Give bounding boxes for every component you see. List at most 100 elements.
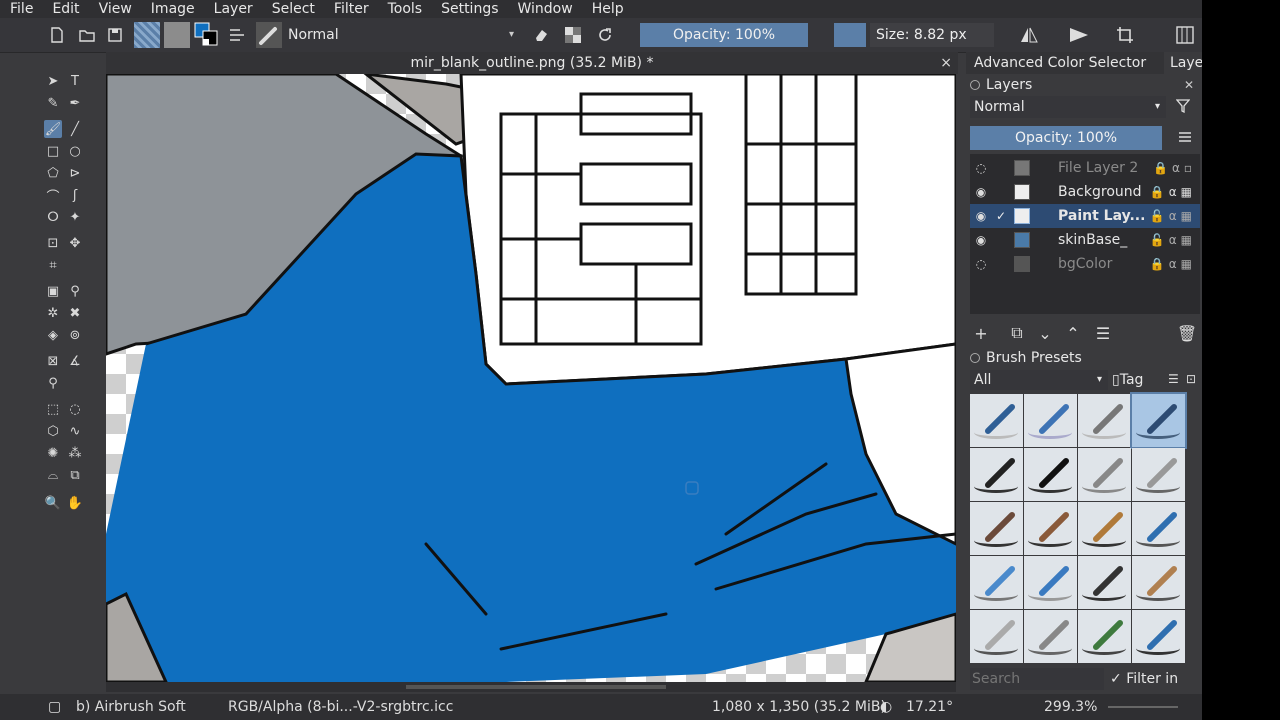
lock-icon[interactable]: 🔒α▫ — [1153, 156, 1196, 180]
ellipse-tool-icon[interactable]: ○ — [66, 142, 84, 160]
hamburger-menu-icon[interactable] — [1178, 130, 1192, 148]
freehand-path-tool-icon[interactable]: ʃ — [66, 186, 84, 204]
checkmark-icon[interactable]: ✓ — [994, 204, 1008, 228]
layer-opacity-slider[interactable]: Opacity: 100% — [970, 126, 1162, 150]
layer-row[interactable]: ◌ bgColor 🔒α▦ — [970, 252, 1200, 276]
eraser-icon[interactable] — [530, 24, 552, 46]
brush-preset-item[interactable] — [1132, 502, 1185, 555]
tag-button[interactable]: ▯Tag — [1112, 370, 1143, 390]
smart-patch-tool-icon[interactable]: ✖ — [66, 304, 84, 322]
close-icon[interactable]: ✕ — [1184, 75, 1194, 95]
brush-preset-item[interactable] — [970, 394, 1023, 447]
rectangular-selection-tool-icon[interactable]: ⬚ — [44, 400, 62, 418]
brush-preset-item[interactable] — [1024, 610, 1077, 663]
measure-tool-icon[interactable]: ∡ — [66, 352, 84, 370]
pan-tool-icon[interactable]: ✋ — [66, 494, 84, 512]
polygonal-selection-tool-icon[interactable]: ⬡ — [44, 422, 62, 440]
menu-tools[interactable]: Tools — [378, 0, 432, 18]
opacity-slider[interactable]: Opacity: 100% — [640, 23, 808, 47]
brush-preset-thumbnail[interactable] — [256, 22, 282, 48]
rectangle-tool-icon[interactable]: □ — [44, 142, 62, 160]
enclose-fill-tool-icon[interactable]: ⊚ — [66, 326, 84, 344]
wrap-around-icon[interactable] — [1114, 24, 1136, 46]
eye-closed-icon[interactable]: ◌ — [974, 156, 988, 180]
brush-preset-item[interactable] — [1078, 610, 1131, 663]
layer-row[interactable]: ◉ skinBase_ 🔓α▦ — [970, 228, 1200, 252]
edit-shapes-tool-icon[interactable]: ✎ — [44, 94, 62, 112]
canvas-horizontal-scrollbar[interactable] — [106, 682, 956, 692]
select-shapes-tool-icon[interactable]: ➤ — [44, 72, 62, 90]
menu-settings[interactable]: Settings — [431, 0, 507, 18]
brush-preset-item[interactable] — [1132, 448, 1185, 501]
expand-icon[interactable]: ⊡ — [1186, 372, 1196, 386]
calligraphy-tool-icon[interactable]: ✒ — [66, 94, 84, 112]
bezier-tool-icon[interactable]: ⌒ — [44, 186, 62, 205]
current-brush-label[interactable]: b) Airbrush Soft — [76, 694, 186, 720]
size-slider[interactable]: Size: 8.82 px — [870, 23, 994, 47]
lock-icon[interactable]: 🔓α▦ — [1150, 204, 1196, 228]
close-icon[interactable]: × — [940, 52, 952, 74]
eye-icon[interactable]: ◉ — [974, 204, 988, 228]
layer-properties-icon[interactable]: ☰ — [1092, 322, 1114, 344]
contiguous-selection-tool-icon[interactable]: ✺ — [44, 444, 62, 462]
menu-filter[interactable]: Filter — [324, 0, 378, 18]
brush-preset-item[interactable] — [1024, 502, 1077, 555]
brush-settings-icon[interactable] — [226, 24, 248, 46]
lock-icon[interactable]: 🔒α▦ — [1150, 180, 1196, 204]
delete-layer-icon[interactable]: 🗑 — [1176, 322, 1198, 344]
zoom-tool-icon[interactable]: 🔍 — [44, 494, 62, 512]
save-icon[interactable] — [104, 24, 126, 46]
reload-preset-icon[interactable] — [594, 24, 616, 46]
gradient-tool-icon[interactable]: ▣ — [44, 282, 62, 300]
brush-tag-filter-select[interactable]: All ▾ — [970, 370, 1108, 390]
brush-search-input[interactable] — [970, 668, 1104, 690]
brush-preset-item[interactable] — [1078, 556, 1131, 609]
tab-advanced-color-selector[interactable]: Advanced Color Selector — [974, 52, 1146, 74]
menu-help[interactable]: Help — [582, 0, 633, 18]
magnetic-selection-tool-icon[interactable]: ⧉ — [66, 466, 84, 484]
mirror-vertical-icon[interactable] — [1068, 24, 1090, 46]
bezier-selection-tool-icon[interactable]: ⌓ — [44, 466, 62, 484]
brush-preset-item[interactable] — [970, 610, 1023, 663]
brush-preset-item[interactable] — [970, 502, 1023, 555]
menu-view[interactable]: View — [89, 0, 141, 18]
dock-float-icon[interactable] — [970, 353, 980, 363]
dock-float-icon[interactable] — [970, 80, 980, 90]
menu-select[interactable]: Select — [262, 0, 324, 18]
layer-row[interactable]: ◉ ✓ Paint Lay... 🔓α▦ — [970, 204, 1200, 228]
layer-row[interactable]: ◉ Background 🔒α▦ — [970, 180, 1200, 204]
polyline-tool-icon[interactable]: ⊳ — [66, 164, 84, 182]
freehand-selection-tool-icon[interactable]: ∿ — [66, 422, 84, 440]
eye-closed-icon[interactable]: ◌ — [974, 252, 988, 276]
blend-mode-select[interactable]: Normal ▾ — [284, 24, 520, 46]
lock-icon[interactable]: 🔓α▦ — [1150, 228, 1196, 252]
freehand-brush-tool-icon[interactable]: 🖌 — [44, 120, 62, 138]
move-layer-up-icon[interactable]: ⌃ — [1062, 322, 1084, 344]
eye-icon[interactable]: ◉ — [974, 180, 988, 204]
brush-preset-item[interactable] — [1024, 448, 1077, 501]
size-slider-handle[interactable] — [834, 23, 866, 47]
mirror-horizontal-icon[interactable] — [1018, 24, 1040, 46]
brush-preset-item[interactable] — [970, 448, 1023, 501]
duplicate-layer-icon[interactable]: ⧉ — [1006, 322, 1028, 344]
menu-image[interactable]: Image — [141, 0, 204, 18]
move-tool-icon[interactable]: ✥ — [66, 234, 84, 252]
brush-preset-item[interactable] — [1024, 394, 1077, 447]
brush-preset-item[interactable] — [1078, 502, 1131, 555]
brush-preset-item[interactable] — [1132, 556, 1185, 609]
menu-window[interactable]: Window — [508, 0, 582, 18]
workspace-icon[interactable] — [1174, 24, 1196, 46]
brush-preset-item[interactable] — [1024, 556, 1077, 609]
pattern-preset-icon[interactable] — [164, 22, 190, 48]
eye-icon[interactable]: ◉ — [974, 228, 988, 252]
elliptical-selection-tool-icon[interactable]: ◌ — [66, 400, 84, 418]
line-tool-icon[interactable]: ╱ — [66, 120, 84, 138]
dynamic-brush-tool-icon[interactable]: ⵔ — [44, 208, 62, 226]
gradient-preset-icon[interactable] — [134, 22, 160, 48]
multibrush-tool-icon[interactable]: ✦ — [66, 208, 84, 226]
color-picker-tool-icon[interactable]: ⚲ — [66, 282, 84, 300]
filter-icon[interactable] — [1175, 99, 1191, 117]
zoom-value[interactable]: 299.3% — [1044, 694, 1097, 720]
document-tab[interactable]: mir_blank_outline.png (35.2 MiB) * × — [106, 52, 958, 74]
new-document-icon[interactable] — [46, 24, 68, 46]
